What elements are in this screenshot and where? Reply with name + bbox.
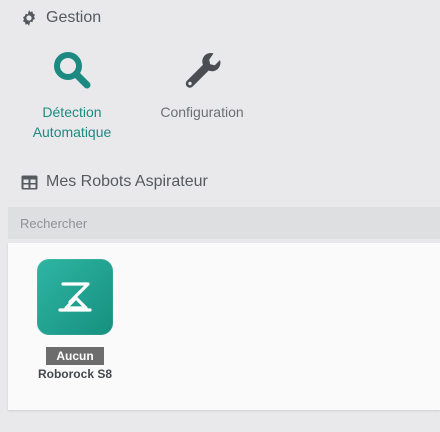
gestion-title: Gestion	[46, 9, 102, 26]
status-badge: Aucun	[46, 347, 104, 365]
robot-name: Roborock S8	[37, 367, 112, 381]
auto-detection-label: Détection Automatique	[32, 104, 112, 140]
auto-detection-button[interactable]: Détection Automatique	[22, 46, 122, 142]
gestion-section-title: Gestion	[20, 9, 101, 27]
table-icon	[20, 173, 38, 191]
robots-title: Mes Robots Aspirateur	[46, 173, 208, 190]
roborock-logo-icon	[37, 259, 113, 335]
robot-card[interactable]: Aucun Roborock S8	[30, 259, 120, 381]
configuration-button[interactable]: Configuration	[152, 46, 252, 122]
search-input[interactable]: Rechercher	[8, 207, 440, 239]
robots-section-title: Mes Robots Aspirateur	[20, 173, 208, 191]
robots-panel: Aucun Roborock S8	[8, 243, 440, 410]
wrench-icon	[178, 46, 226, 94]
configuration-label: Configuration	[160, 104, 244, 120]
gear-icon	[20, 9, 38, 27]
search-icon	[48, 46, 96, 94]
